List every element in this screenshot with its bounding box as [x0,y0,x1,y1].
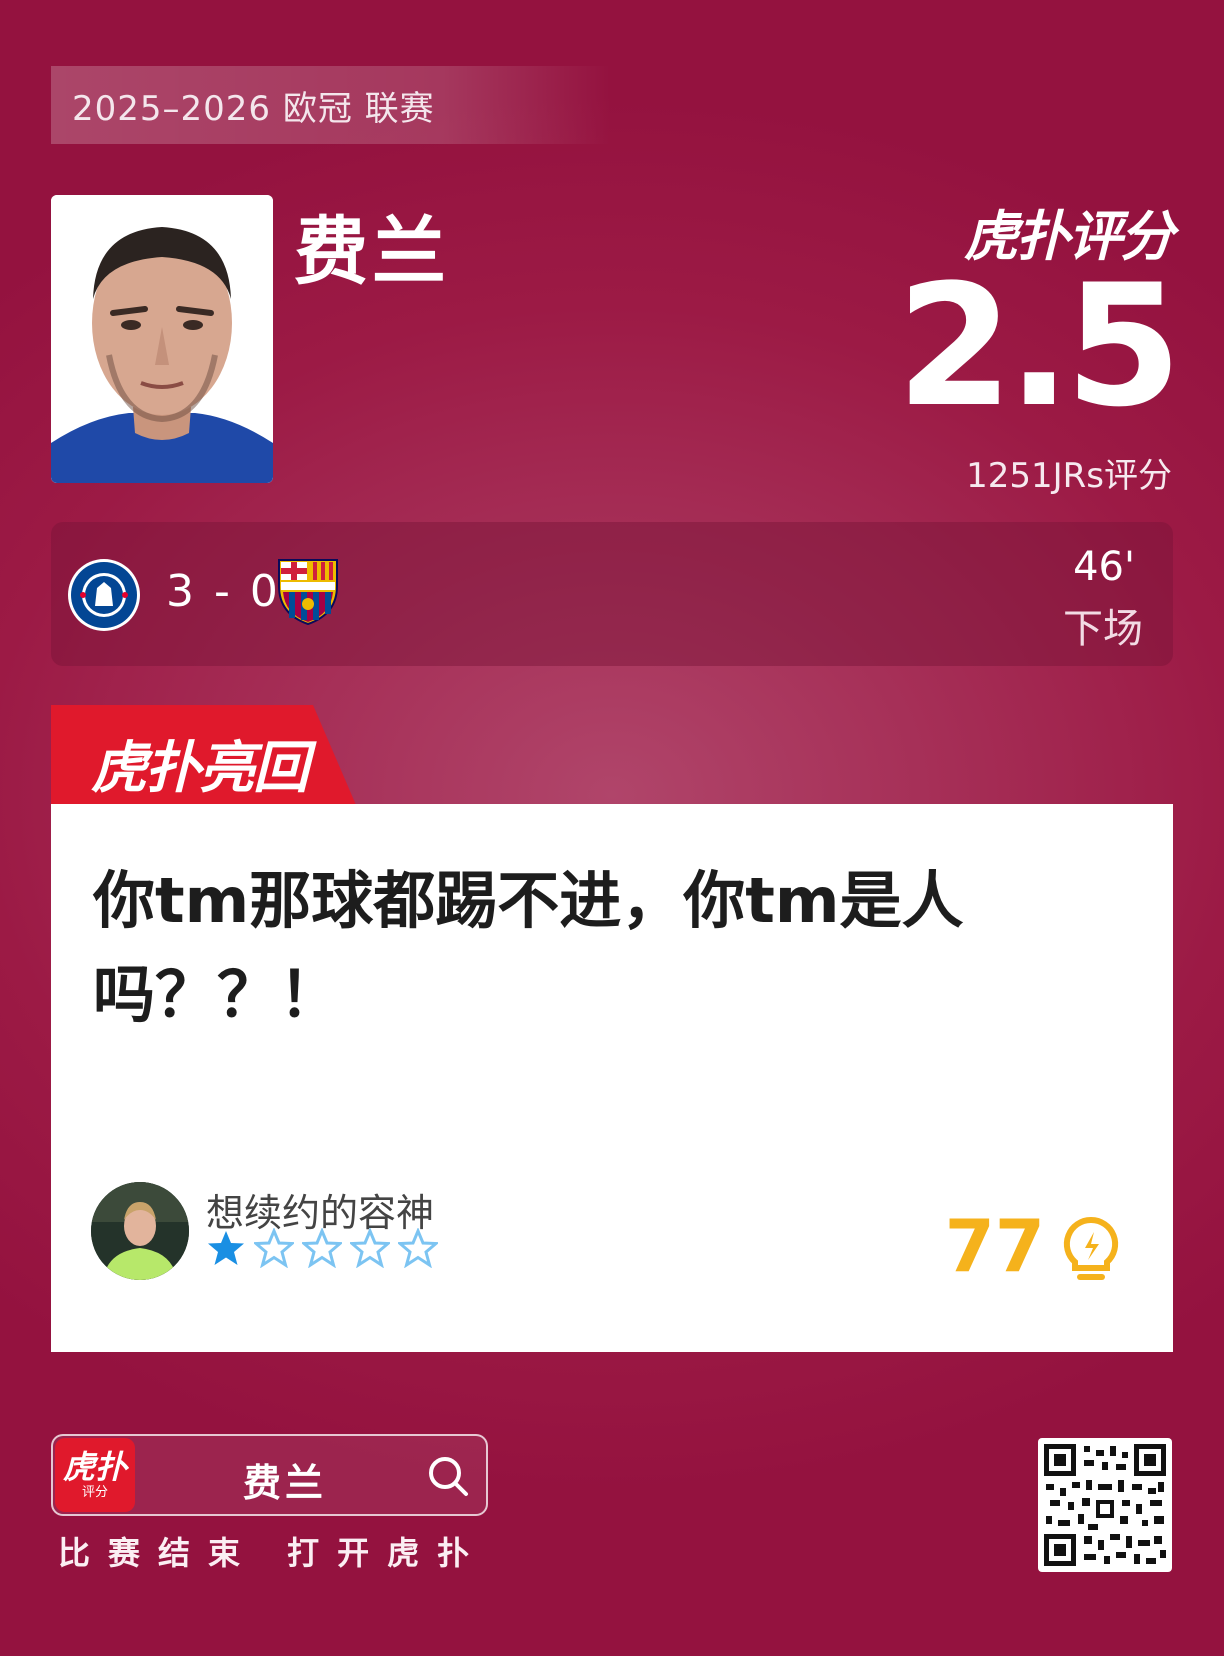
qr-code-icon [1044,1444,1166,1566]
player-name: 费兰 [294,209,450,295]
comment-text: 你tm那球都踢不进，你tm是人 吗？？！ [93,854,1093,1042]
app-icon-title: 虎扑 [62,1448,127,1486]
substitution-status: 下场 [1063,606,1143,652]
player-photo [51,195,273,483]
star-empty-icon [350,1228,390,1268]
star-empty-icon [254,1228,294,1268]
app-icon-subtitle: 评分 [81,1485,108,1500]
comment-card[interactable]: 你tm那球都踢不进，你tm是人 吗？？！ 想续约的容神 77 [51,804,1173,1352]
play-minute: 46' [1073,544,1135,590]
match-score: 3 - 0 [166,566,281,617]
barcelona-crest-icon [278,559,338,626]
star-empty-icon [398,1228,438,1268]
hupu-app-icon[interactable]: 虎扑 评分 [55,1438,135,1512]
comment-line: 吗？？！ [93,958,342,1031]
avatar[interactable] [91,1182,189,1280]
chelsea-crest-icon [68,559,140,631]
rating-count: 1251JRs评分 [966,456,1172,496]
qr-code[interactable] [1038,1438,1172,1572]
rating-score: 2.5 [896,248,1182,444]
search-query[interactable]: 费兰 [243,1452,327,1507]
match-card[interactable]: 3 - 0 46' 下场 [51,522,1173,666]
hot-reply-tab: 虎扑亮回复 [51,705,356,805]
star-filled-icon [208,1231,244,1265]
open-app-cta: 比赛结束 打开虎扑 [58,1534,488,1572]
season-label: 2025–2026 欧冠 联赛 [51,66,611,144]
comment-line: 你tm那球都踢不进，你tm是人 [93,864,964,937]
star-empty-icon [302,1228,342,1268]
search-icon[interactable] [426,1454,470,1498]
like-count: 77 [944,1204,1045,1288]
star-rating [206,1228,438,1268]
search-bar[interactable]: 虎扑 评分 费兰 [51,1434,488,1516]
lightbulb-icon[interactable] [1061,1216,1121,1288]
